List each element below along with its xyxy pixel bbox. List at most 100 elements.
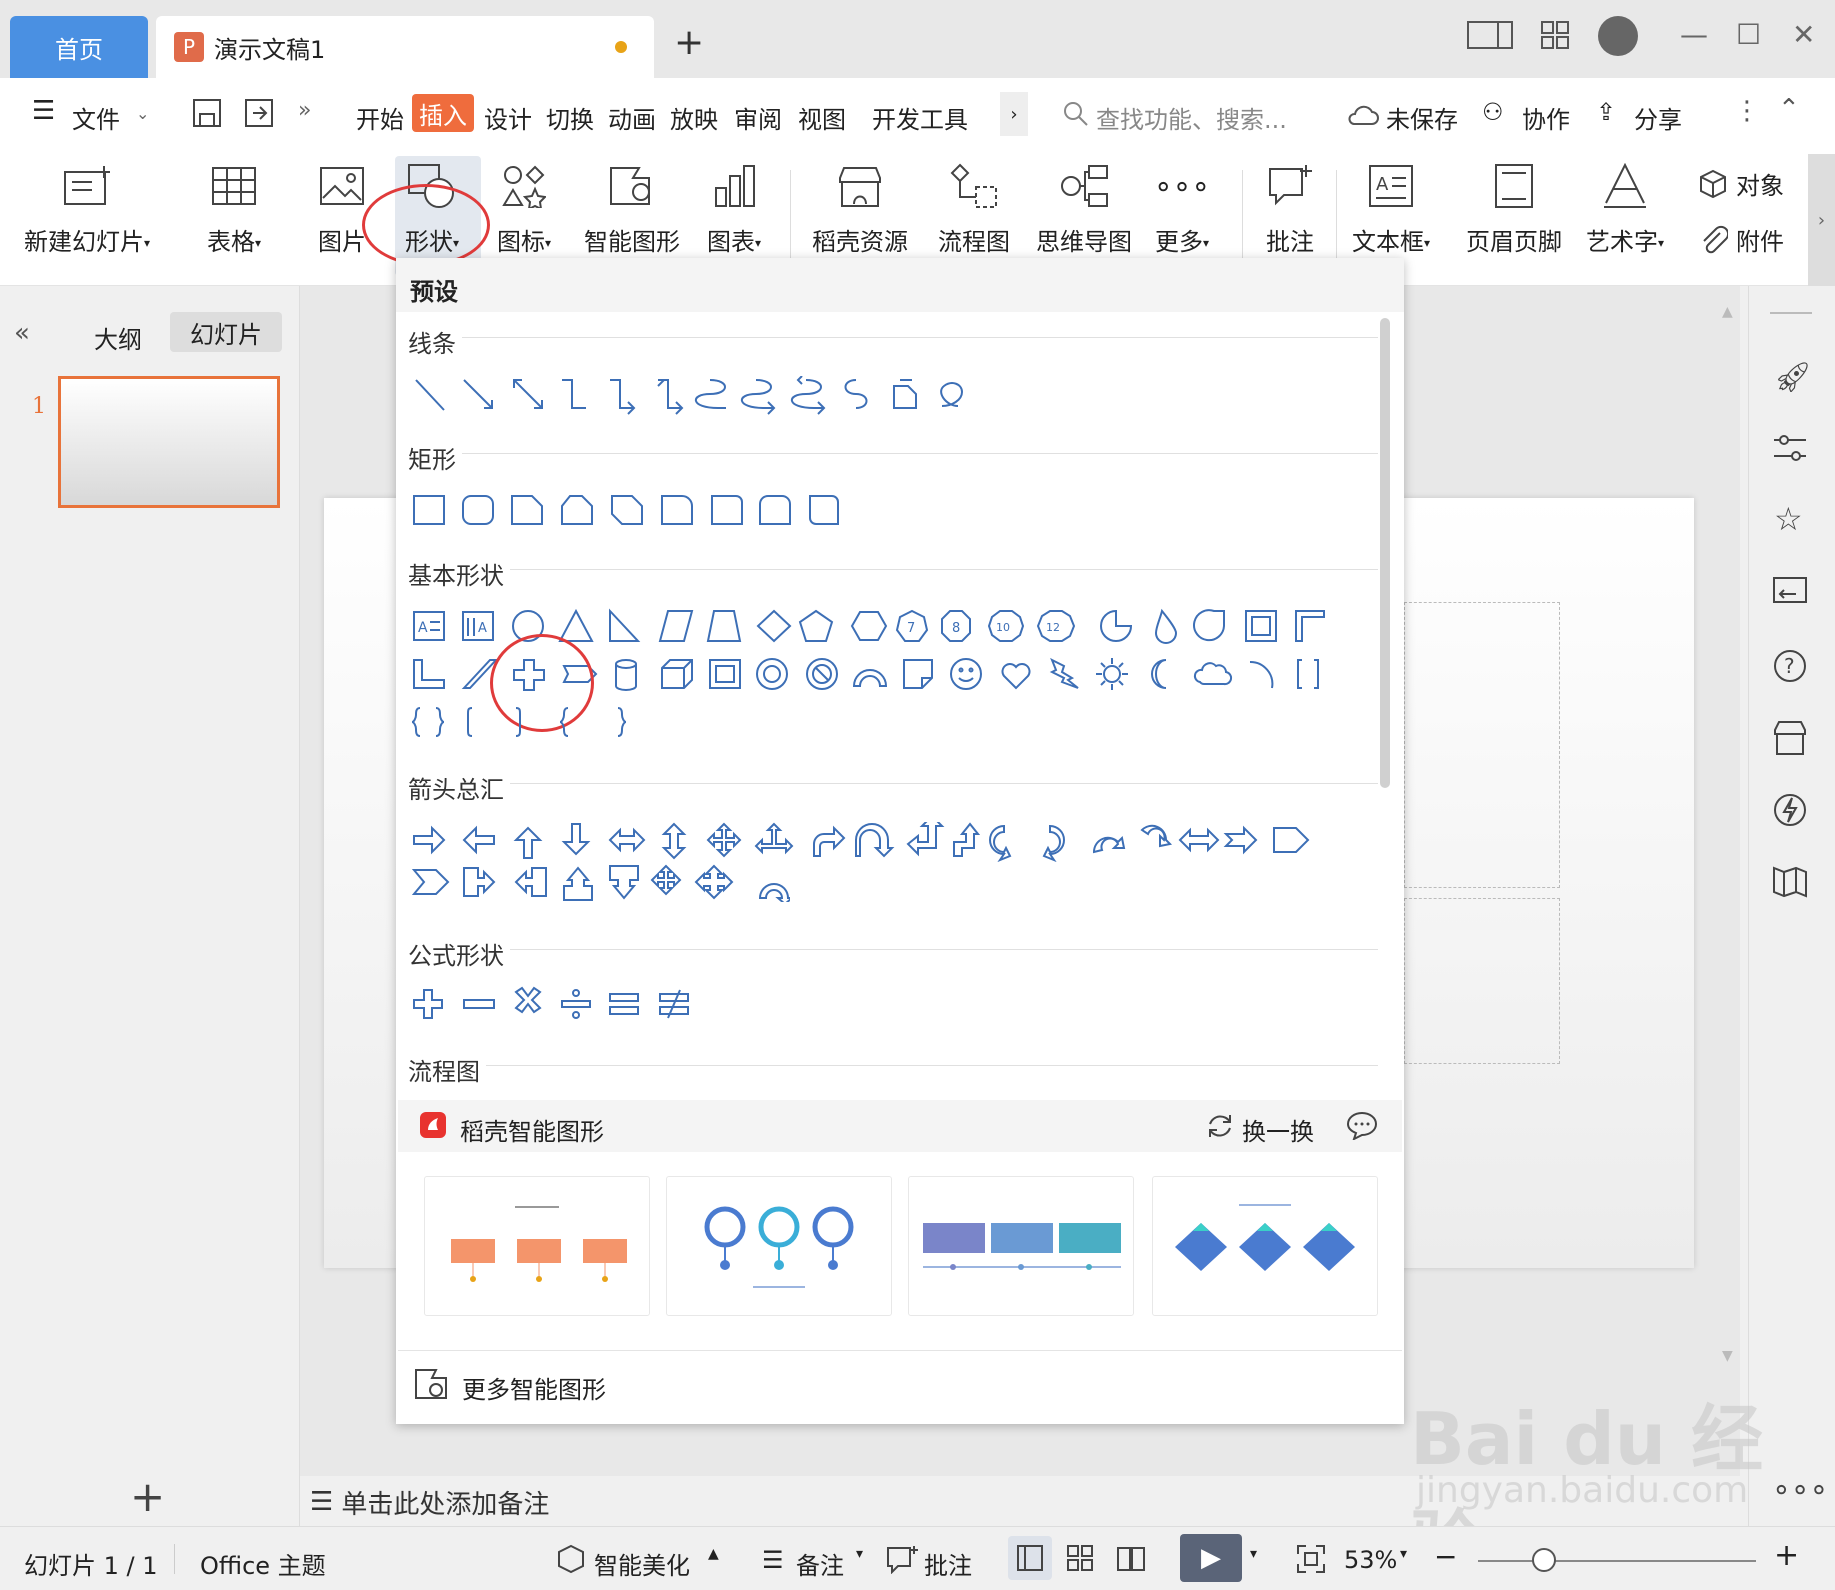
left-up-arrow-shape[interactable] [906, 822, 945, 857]
textbox-shape[interactable]: A [413, 611, 445, 641]
search-input[interactable]: 查找功能、搜索... [1096, 100, 1287, 135]
l-shape[interactable] [413, 659, 445, 689]
collab-button[interactable]: 协作 [1522, 100, 1570, 135]
help-icon[interactable]: ? [1772, 648, 1808, 684]
multiply-shape[interactable] [514, 986, 542, 1014]
window-layout-icon[interactable] [1466, 20, 1514, 50]
dropdown-scrollbar[interactable] [1380, 318, 1390, 788]
folded-corner-shape[interactable] [903, 659, 933, 689]
sun-shape[interactable] [1096, 658, 1128, 690]
left-arrow-shape[interactable] [462, 825, 495, 855]
elbow-double-arrow-shape[interactable] [657, 379, 684, 415]
tab-slides[interactable]: 幻灯片 [170, 312, 282, 352]
more-smart-graphics-link[interactable]: 更多智能图形 [462, 1370, 606, 1405]
menu-scroll-right[interactable]: › [1000, 92, 1028, 136]
mindmap-button[interactable]: 思维导图 [1036, 158, 1132, 257]
line-shape[interactable] [415, 379, 445, 411]
heptagon-shape[interactable]: 7 [895, 609, 929, 642]
equal-shape[interactable] [609, 993, 639, 1015]
left-bracket-shape[interactable] [467, 707, 473, 737]
decagon-shape[interactable]: 10 [987, 610, 1025, 642]
grid-apps-icon[interactable] [1540, 20, 1570, 50]
theme-name[interactable]: Office 主题 [200, 1546, 326, 1581]
bent-arrow-shape[interactable] [813, 825, 846, 857]
right-triangle-shape[interactable] [609, 608, 641, 642]
donut-shape[interactable] [756, 658, 788, 690]
icon-button[interactable]: 图标▾ [496, 158, 552, 257]
left-right-arrow-shape[interactable] [608, 827, 646, 853]
up-arrow-shape[interactable] [513, 826, 543, 859]
maximize-icon[interactable]: ☐ [1736, 18, 1761, 51]
sorter-view-icon[interactable] [1066, 1544, 1094, 1572]
subtitle-placeholder[interactable] [1404, 898, 1560, 1064]
left-right-up-arrow-shape[interactable] [754, 822, 794, 855]
caret-up-icon[interactable]: ▲ [708, 1546, 719, 1562]
lightning-bolt-shape[interactable] [1049, 657, 1079, 689]
export-icon[interactable] [244, 98, 274, 128]
play-options-caret[interactable]: ▾ [1250, 1546, 1257, 1562]
double-bracket-shape[interactable] [1297, 659, 1319, 689]
parallelogram-shape[interactable] [658, 610, 694, 642]
zoom-in-button[interactable]: + [1774, 1538, 1799, 1573]
half-frame-shape[interactable] [1295, 610, 1325, 642]
ai-template-card-3[interactable] [908, 1176, 1134, 1316]
quad-arrow-callout-shape[interactable] [650, 864, 682, 896]
diamond-shape[interactable] [756, 609, 792, 643]
rounded-rect-shape[interactable] [462, 495, 494, 525]
minus-shape[interactable] [463, 999, 495, 1009]
table-button[interactable]: 表格▾ [206, 158, 262, 257]
snip-diagonal-rect-shape[interactable] [611, 495, 643, 525]
right-bracket-shape[interactable] [515, 707, 521, 737]
more-vertical-icon[interactable]: ⋮ [1734, 96, 1760, 126]
striped-right-arrow-shape[interactable] [1178, 827, 1220, 853]
lightning-icon[interactable] [1772, 792, 1808, 828]
elbow-arrow-shape[interactable] [610, 379, 636, 415]
chord-shape[interactable] [1193, 609, 1225, 642]
snip-same-side-rect-shape[interactable] [561, 495, 593, 525]
store-sidebar-icon[interactable] [1772, 720, 1808, 756]
frame-shape[interactable] [1245, 610, 1277, 642]
textbox-button[interactable]: A 文本框▾ [1352, 158, 1430, 257]
up-down-arrow-shape[interactable] [661, 822, 687, 860]
hexagon-shape[interactable] [850, 611, 888, 641]
rocket-icon[interactable]: 🚀︎ [1774, 360, 1812, 395]
curved-down-arrow-shape[interactable] [1140, 824, 1173, 848]
zoom-level[interactable]: 53% [1344, 1546, 1397, 1574]
pentagon-shape[interactable] [798, 609, 834, 642]
double-brace-shape[interactable] [411, 707, 445, 737]
tab-home[interactable]: 首页 [10, 16, 148, 78]
curved-arrow-shape[interactable] [741, 379, 776, 415]
save-icon[interactable] [192, 98, 222, 128]
zoom-slider-thumb[interactable] [1532, 1548, 1556, 1572]
menu-animation[interactable]: 动画 [608, 100, 656, 135]
menu-start[interactable]: 开始 [356, 100, 404, 135]
down-arrow-shape[interactable] [561, 823, 591, 856]
triangle-shape[interactable] [558, 608, 594, 642]
unsaved-status[interactable]: 未保存 [1386, 100, 1458, 135]
header-footer-button[interactable]: 页眉页脚 [1466, 158, 1562, 257]
tab-outline[interactable]: 大纲 [94, 320, 142, 355]
right-arrow-shape[interactable] [413, 825, 446, 855]
attachment-button[interactable]: 附件 [1698, 222, 1784, 257]
slide-thumbnail[interactable] [58, 376, 280, 508]
can-shape[interactable] [615, 659, 637, 691]
plus-shape[interactable] [413, 989, 443, 1019]
menu-design[interactable]: 设计 [484, 100, 532, 135]
smiley-face-shape[interactable] [950, 658, 982, 690]
curved-double-arrow-shape[interactable] [791, 376, 826, 415]
smart-art-button[interactable]: 智能图形 [584, 158, 680, 257]
new-slide-button[interactable]: 新建幻灯片▾ [24, 158, 150, 257]
minimize-icon[interactable]: — [1680, 18, 1708, 51]
menu-developer[interactable]: 开发工具 [872, 100, 968, 135]
curve-shape[interactable] [844, 379, 868, 409]
smart-beautify-button[interactable]: 智能美化 [594, 1546, 690, 1581]
curved-right-arrow-shape[interactable] [989, 824, 1012, 862]
left-right-arrow-callout-shape[interactable] [694, 864, 734, 900]
switch-screen-icon[interactable] [1772, 576, 1808, 610]
resources-button[interactable]: 稻壳资源 [812, 158, 908, 257]
no-symbol-shape[interactable] [806, 658, 838, 690]
pentagon-arrow-shape[interactable] [1273, 827, 1310, 853]
curved-up-arrow-shape[interactable] [1092, 835, 1126, 854]
right-arrow-callout-shape[interactable] [463, 867, 496, 897]
zoom-caret[interactable]: ▾ [1400, 1546, 1407, 1562]
